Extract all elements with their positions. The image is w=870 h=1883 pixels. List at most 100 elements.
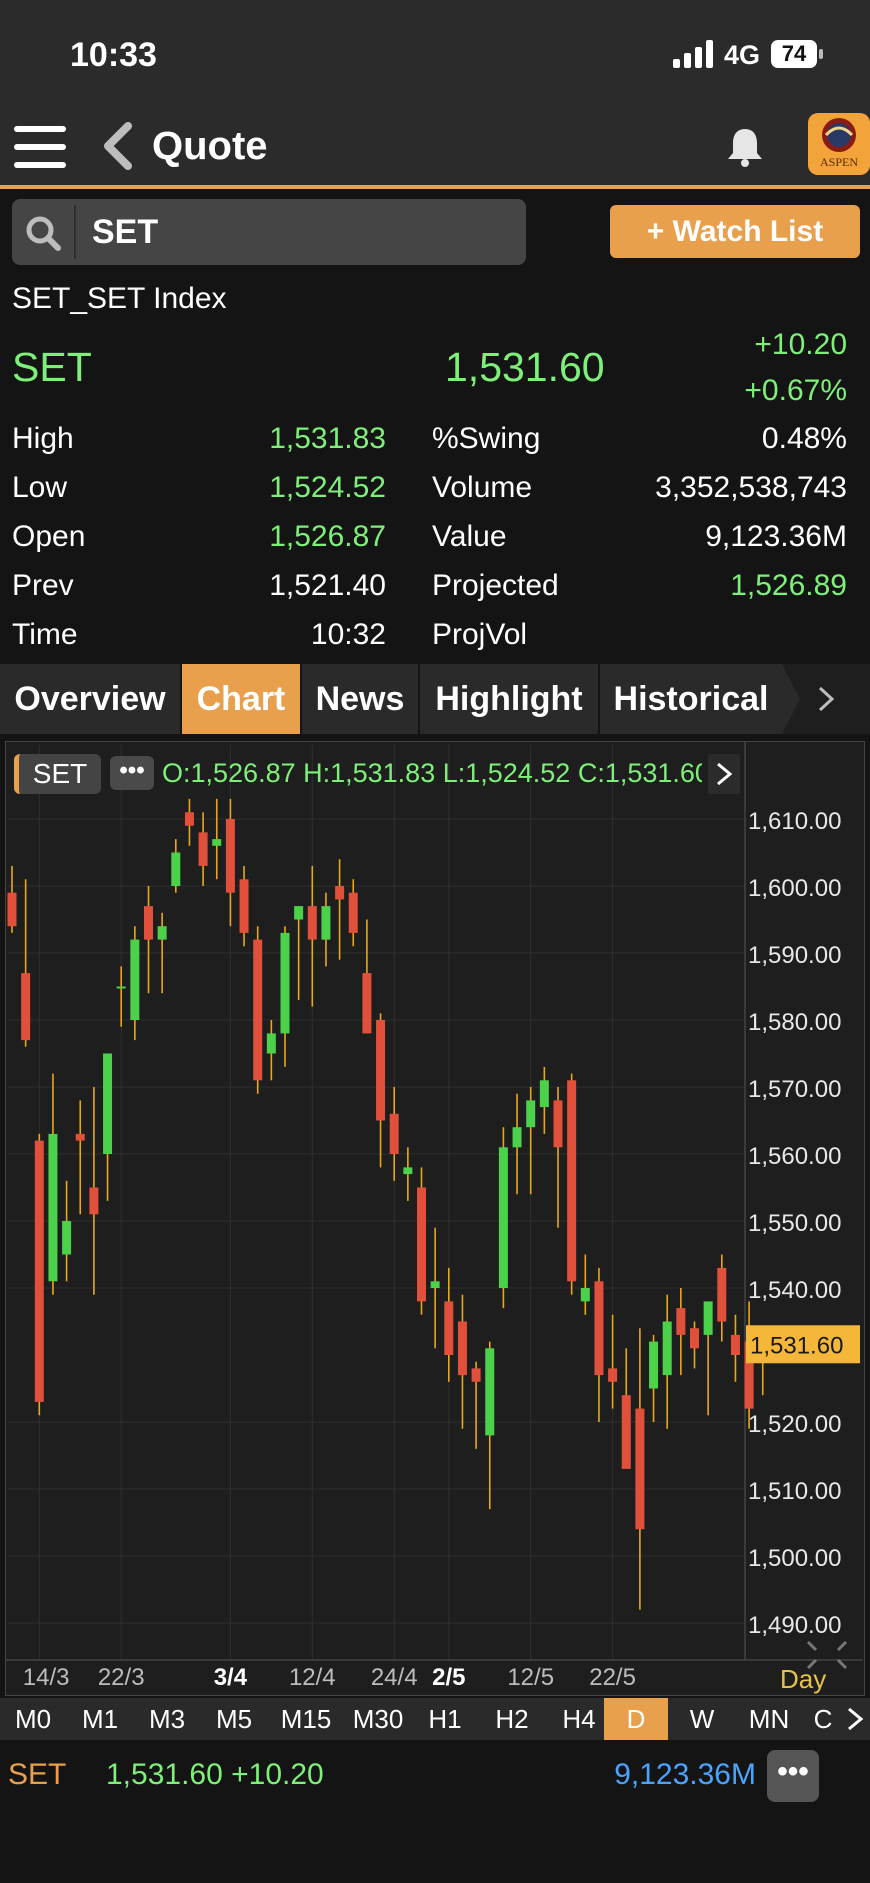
candle-body bbox=[553, 1100, 563, 1148]
bottom-symbol: SET bbox=[8, 1758, 67, 1791]
candle-body bbox=[430, 1281, 440, 1288]
timeframe-h1[interactable]: H1 bbox=[412, 1698, 478, 1740]
candle-body bbox=[103, 1053, 113, 1154]
candle-body bbox=[621, 1395, 631, 1469]
timeframe-c[interactable]: C bbox=[803, 1698, 843, 1740]
timeframe-mn[interactable]: MN bbox=[736, 1698, 802, 1740]
candle-body bbox=[116, 986, 126, 989]
candle-body bbox=[635, 1408, 645, 1530]
candle-body bbox=[239, 879, 249, 933]
x-tick-label: 12/4 bbox=[289, 1664, 336, 1691]
timeframe-m3[interactable]: M3 bbox=[134, 1698, 200, 1740]
bottom-value: 9,123.36M bbox=[614, 1758, 756, 1791]
candle-body bbox=[485, 1348, 495, 1436]
candle-body bbox=[389, 1113, 399, 1154]
chart-ohlc-readout: O:1,526.87 H:1,531.83 L:1,524.52 C:1,531… bbox=[162, 758, 702, 788]
candle-body bbox=[403, 1167, 413, 1175]
timeframe-m5[interactable]: M5 bbox=[201, 1698, 267, 1740]
x-tick-label: 2/5 bbox=[432, 1664, 465, 1691]
candlestick-chart[interactable]: 1,610.00 1,600.00 1,590.00 1,580.00 1,570.00… bbox=[0, 0, 870, 1698]
y-tick-label: 1,580.00 bbox=[748, 1009, 841, 1036]
candle-body bbox=[539, 1080, 549, 1108]
timeframe-m1[interactable]: M1 bbox=[67, 1698, 133, 1740]
candle-body bbox=[471, 1368, 481, 1382]
candle-body bbox=[649, 1341, 659, 1389]
candle-body bbox=[34, 1140, 44, 1402]
candle-body bbox=[253, 939, 263, 1081]
last-price-label: 1,531.60 bbox=[750, 1332, 843, 1359]
candle-body bbox=[417, 1187, 426, 1302]
candle-body bbox=[444, 1301, 454, 1355]
candle-body bbox=[130, 939, 140, 1020]
y-tick-label: 1,490.00 bbox=[748, 1612, 841, 1639]
y-tick-label: 1,500.00 bbox=[748, 1545, 841, 1572]
timeframe-h2[interactable]: H2 bbox=[479, 1698, 545, 1740]
x-tick-label: 24/4 bbox=[371, 1664, 418, 1691]
candle-body bbox=[676, 1308, 686, 1335]
candle-body bbox=[266, 1033, 276, 1054]
candle-body bbox=[690, 1328, 699, 1349]
chart-more-button[interactable]: ••• bbox=[110, 756, 154, 790]
candle-body bbox=[48, 1133, 58, 1282]
candle-body bbox=[21, 973, 31, 1041]
candle-body bbox=[335, 886, 345, 900]
timeframe-scroll-right-icon[interactable] bbox=[843, 1706, 867, 1732]
candle-body bbox=[662, 1321, 672, 1376]
timeframe-m15[interactable]: M15 bbox=[268, 1698, 344, 1740]
candle-body bbox=[512, 1127, 522, 1148]
candle-body bbox=[62, 1221, 72, 1255]
candle-body bbox=[307, 906, 317, 940]
timeframe-m0[interactable]: M0 bbox=[0, 1698, 66, 1740]
candle-body bbox=[7, 892, 17, 927]
timeframe-w[interactable]: W bbox=[669, 1698, 735, 1740]
y-tick-label: 1,540.00 bbox=[748, 1277, 841, 1304]
timeframe-bar: M0 M1 M3 M5 M15 M30 H1 H2 H4 D W MN C bbox=[0, 1698, 870, 1740]
chevron-right-icon[interactable] bbox=[708, 754, 740, 794]
candle-body bbox=[321, 906, 331, 940]
x-tick-label: 3/4 bbox=[214, 1664, 248, 1691]
candle-body bbox=[89, 1187, 99, 1215]
candle-body bbox=[717, 1267, 727, 1322]
y-tick-label: 1,570.00 bbox=[748, 1076, 841, 1103]
y-tick-label: 1,590.00 bbox=[748, 942, 841, 969]
y-tick-label: 1,550.00 bbox=[748, 1210, 841, 1237]
candle-body bbox=[280, 932, 290, 1034]
expand-icon[interactable] bbox=[806, 1640, 848, 1670]
candle-body bbox=[362, 973, 372, 1034]
timeframe-d[interactable]: D bbox=[604, 1698, 668, 1740]
chart-interval-label: Day bbox=[780, 1664, 826, 1694]
candle-body bbox=[457, 1321, 467, 1376]
candle-body bbox=[348, 892, 358, 933]
y-tick-label: 1,560.00 bbox=[748, 1143, 841, 1170]
candle-body bbox=[294, 906, 304, 920]
x-tick-label: 22/5 bbox=[589, 1664, 636, 1691]
candle-body bbox=[567, 1080, 577, 1282]
timeframe-h4[interactable]: H4 bbox=[546, 1698, 612, 1740]
candle-body bbox=[157, 926, 167, 940]
candle-body bbox=[580, 1288, 590, 1302]
y-tick-label: 1,610.00 bbox=[748, 808, 841, 835]
candle-body bbox=[730, 1334, 740, 1355]
candle-body bbox=[144, 906, 153, 940]
timeframe-m30[interactable]: M30 bbox=[345, 1698, 411, 1740]
y-tick-label: 1,600.00 bbox=[748, 875, 841, 902]
x-tick-label: 22/3 bbox=[98, 1664, 145, 1691]
candle-body bbox=[703, 1301, 713, 1335]
candle-body bbox=[75, 1133, 85, 1141]
bottom-more-button[interactable]: ••• bbox=[767, 1750, 819, 1802]
y-tick-label: 1,520.00 bbox=[748, 1411, 841, 1438]
candle-body bbox=[376, 1020, 386, 1121]
candle-body bbox=[212, 839, 222, 846]
x-tick-label: 14/3 bbox=[23, 1664, 70, 1691]
candle-body bbox=[526, 1100, 536, 1128]
chart-symbol-badge[interactable]: SET bbox=[14, 754, 101, 794]
candle-body bbox=[498, 1147, 508, 1288]
candle-body bbox=[608, 1368, 618, 1382]
y-tick-label: 1,510.00 bbox=[748, 1478, 841, 1505]
candle-body bbox=[184, 812, 194, 826]
candle-body bbox=[594, 1281, 604, 1376]
candle-body bbox=[171, 852, 181, 886]
x-tick-label: 12/5 bbox=[507, 1664, 554, 1691]
candle-body bbox=[225, 819, 235, 893]
candle-body bbox=[198, 832, 208, 866]
